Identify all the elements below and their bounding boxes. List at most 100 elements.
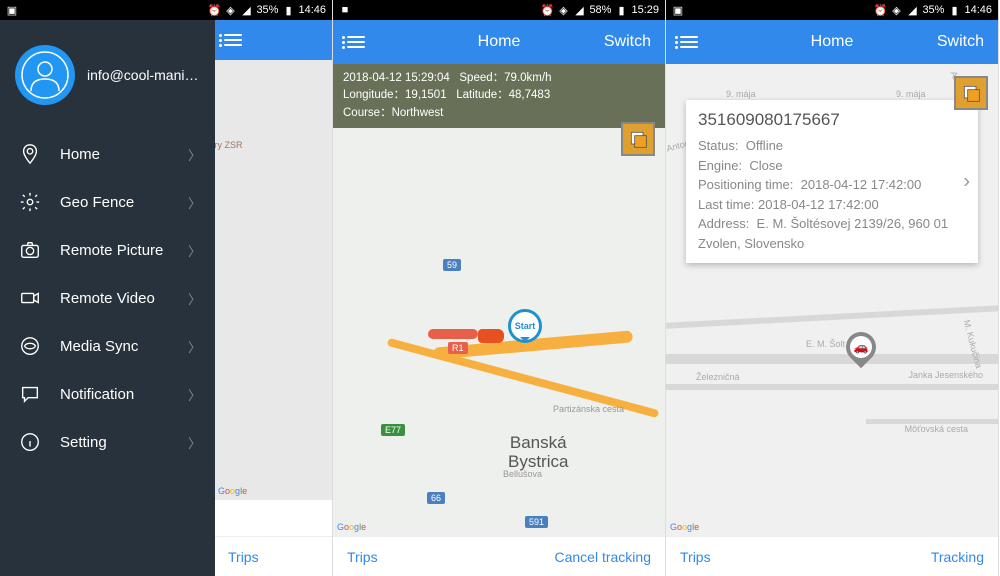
- menu-label: Geo Fence: [60, 194, 134, 211]
- location-icon: [18, 142, 42, 166]
- device-id: 351609080175667: [698, 110, 966, 130]
- alarm-icon: ⏰: [541, 4, 553, 16]
- screen-tracking: ■ ⏰ ◈ ◢ 58% ▮ 15:29 Home Switch 59 R1 E7…: [333, 0, 666, 576]
- page-title: Home: [811, 33, 854, 51]
- signal-icon: ◢: [906, 4, 918, 16]
- sidebar-item-mediasync[interactable]: Media Sync 〉: [0, 322, 215, 370]
- bg-map[interactable]: Dom kultury ZSR Google: [214, 60, 332, 500]
- person-icon: [21, 51, 69, 99]
- chevron-right-icon: 〉: [188, 337, 201, 356]
- info-line: Positioning time: 2018-04-12 17:42:00: [698, 175, 966, 195]
- switch-button[interactable]: Switch: [604, 33, 651, 51]
- app-header: Home Switch: [666, 20, 998, 64]
- battery-icon: ▮: [615, 4, 627, 16]
- info-icon: [18, 430, 42, 454]
- menu-label: Notification: [60, 386, 134, 403]
- sidebar-item-geofence[interactable]: Geo Fence 〉: [0, 178, 215, 226]
- road-badge: 591: [525, 516, 548, 528]
- clock: 14:46: [298, 4, 326, 16]
- start-marker[interactable]: Start: [508, 309, 542, 343]
- google-logo: Google: [670, 522, 699, 532]
- street-label: E. M. Šolt: [806, 339, 845, 349]
- chevron-right-icon: 〉: [188, 385, 201, 404]
- sidebar-item-picture[interactable]: Remote Picture 〉: [0, 226, 215, 274]
- clock: 15:29: [631, 4, 659, 16]
- bg-app-header: [214, 20, 332, 60]
- layers-button[interactable]: [954, 76, 988, 110]
- menu-button[interactable]: [680, 36, 698, 48]
- street-label: 9. mája: [896, 89, 926, 99]
- street-label: Partizánska cesta: [553, 404, 624, 414]
- navigation-drawer: info@cool-mani… Home 〉 Geo Fence 〉 Remot…: [0, 20, 215, 576]
- street-label: 9. mája: [726, 89, 756, 99]
- sync-icon: [18, 334, 42, 358]
- signal-icon: ◢: [240, 4, 252, 16]
- background-app: Dom kultury ZSR Google Trips: [214, 20, 332, 576]
- gear-icon: [18, 190, 42, 214]
- street-label: Železničná: [696, 372, 740, 382]
- tracking-link[interactable]: Tracking: [931, 549, 984, 565]
- menu-icon[interactable]: [224, 34, 242, 46]
- profile-section[interactable]: info@cool-mani…: [0, 20, 215, 130]
- chevron-right-icon: ›: [963, 170, 970, 193]
- sidebar-item-setting[interactable]: Setting 〉: [0, 418, 215, 466]
- bottom-bar: Trips Tracking: [666, 536, 998, 576]
- menu-label: Media Sync: [60, 338, 138, 355]
- video-icon: [18, 286, 42, 310]
- map[interactable]: 59 R1 E77 66 591 Partizánska cesta Bellu…: [333, 64, 665, 536]
- info-line: Address: E. M. Šoltésovej 2139/26, 960 0…: [698, 214, 966, 253]
- street-label: Môťovská cesta: [905, 424, 968, 434]
- trips-link[interactable]: Trips: [347, 549, 378, 565]
- road-badge: 66: [427, 492, 445, 504]
- camera-icon: [18, 238, 42, 262]
- user-email: info@cool-mani…: [87, 67, 198, 83]
- info-line: Engine: Close: [698, 156, 966, 176]
- app-header: Home Switch: [333, 20, 665, 64]
- cancel-tracking-link[interactable]: Cancel tracking: [555, 549, 652, 565]
- battery-icon: ▮: [282, 4, 294, 16]
- clock: 14:46: [964, 4, 992, 16]
- vehicle-info-card[interactable]: 351609080175667 Status: Offline Engine: …: [686, 100, 978, 263]
- info-line: Last time: 2018-04-12 17:42:00: [698, 195, 966, 215]
- layers-icon: [628, 129, 648, 149]
- road-badge: R1: [448, 342, 468, 354]
- bottom-bar: Trips Cancel tracking: [333, 536, 665, 576]
- status-bar: ■ ⏰ ◈ ◢ 58% ▮ 15:29: [333, 0, 665, 20]
- wifi-icon: ◈: [224, 4, 236, 16]
- trips-link[interactable]: Trips: [228, 549, 259, 565]
- tracking-info-overlay: 2018-04-12 15:29:04 Speed：79.0km/h Longi…: [333, 64, 665, 128]
- car-icon: 🚗: [850, 336, 872, 358]
- car-marker[interactable]: [478, 329, 504, 343]
- battery-pct: 35%: [256, 4, 278, 16]
- menu-label: Remote Video: [60, 290, 155, 307]
- sidebar-item-notification[interactable]: Notification 〉: [0, 370, 215, 418]
- battery-pct: 58%: [589, 4, 611, 16]
- image-icon: ▣: [6, 4, 18, 16]
- switch-button[interactable]: Switch: [937, 33, 984, 51]
- bg-bottom-bar: Trips: [214, 536, 332, 576]
- page-title: Home: [478, 33, 521, 51]
- image-icon: ▣: [672, 4, 684, 16]
- battery-pct: 35%: [922, 4, 944, 16]
- google-logo: Google: [218, 486, 247, 496]
- street-label: Janka Jesenského: [908, 370, 983, 380]
- menu-button[interactable]: [347, 36, 365, 48]
- signal-icon: ◢: [573, 4, 585, 16]
- city-label: Banská Bystrica: [508, 434, 568, 471]
- chevron-right-icon: 〉: [188, 145, 201, 164]
- chevron-right-icon: 〉: [188, 433, 201, 452]
- alarm-icon: ⏰: [874, 4, 886, 16]
- road-badge: 59: [443, 259, 461, 271]
- sidebar-item-video[interactable]: Remote Video 〉: [0, 274, 215, 322]
- menu-label: Home: [60, 146, 100, 163]
- google-logo: Google: [337, 522, 366, 532]
- road-badge: E77: [381, 424, 405, 436]
- status-bar: ▣ ⏰ ◈ ◢ 35% ▮ 14:46: [666, 0, 998, 20]
- menu-label: Setting: [60, 434, 107, 451]
- trips-link[interactable]: Trips: [680, 549, 711, 565]
- sidebar-item-home[interactable]: Home 〉: [0, 130, 215, 178]
- screen-info: ▣ ⏰ ◈ ◢ 35% ▮ 14:46 Home Switch 9. mája …: [666, 0, 999, 576]
- menu-label: Remote Picture: [60, 242, 163, 259]
- chevron-right-icon: 〉: [188, 289, 201, 308]
- layers-button[interactable]: [621, 122, 655, 156]
